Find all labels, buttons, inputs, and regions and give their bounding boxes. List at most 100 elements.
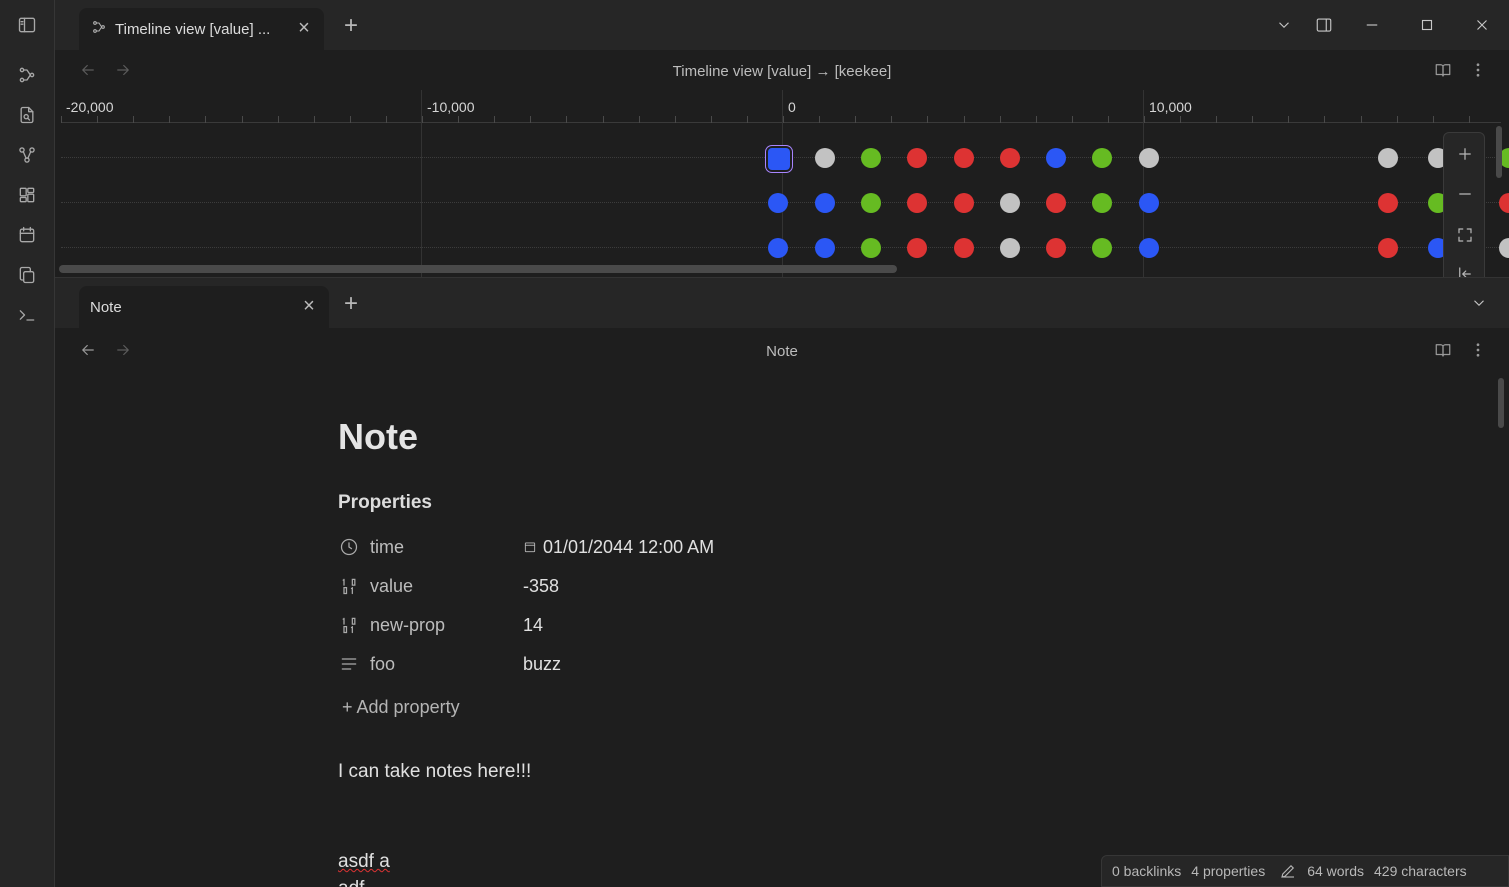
timeline-item-blue[interactable] bbox=[768, 238, 788, 258]
ruler-tick bbox=[1469, 116, 1470, 123]
tab-list-chevron-icon[interactable] bbox=[1466, 290, 1492, 316]
timeline-item-green[interactable] bbox=[861, 193, 881, 213]
ruler-tick bbox=[169, 116, 170, 123]
property-new-prop[interactable]: new-prop 14 bbox=[338, 613, 938, 637]
terminal-icon[interactable] bbox=[14, 302, 40, 328]
timeline-item-red[interactable] bbox=[907, 238, 927, 258]
graph-view-icon[interactable] bbox=[14, 142, 40, 168]
timeline-item-blue[interactable] bbox=[1139, 238, 1159, 258]
timeline-item-red[interactable] bbox=[907, 148, 927, 168]
note-view-title: Note bbox=[766, 343, 798, 360]
new-tab-button[interactable]: + bbox=[340, 14, 362, 38]
timeline-item-red[interactable] bbox=[907, 193, 927, 213]
timeline-item-red[interactable] bbox=[1046, 238, 1066, 258]
note-body-line[interactable]: adf bbox=[338, 878, 364, 887]
fit-to-screen-icon[interactable] bbox=[1454, 224, 1476, 246]
timeline-item-gray[interactable] bbox=[1499, 238, 1509, 258]
property-value[interactable]: 01/01/2044 12:00 AM bbox=[523, 537, 714, 558]
timeline-item-green[interactable] bbox=[861, 238, 881, 258]
note-heading[interactable]: Note bbox=[338, 416, 418, 458]
close-tab-icon[interactable]: × bbox=[299, 296, 319, 316]
properties-heading[interactable]: Properties bbox=[338, 492, 432, 514]
close-tab-icon[interactable]: × bbox=[294, 18, 314, 38]
calendar-icon[interactable] bbox=[523, 537, 543, 557]
zoom-out-icon[interactable] bbox=[1454, 183, 1476, 205]
timeline-item-red[interactable] bbox=[954, 148, 974, 168]
timeline-item-blue[interactable] bbox=[768, 193, 788, 213]
file-search-icon[interactable] bbox=[14, 102, 40, 128]
property-time[interactable]: time 01/01/2044 12:00 AM bbox=[338, 535, 938, 559]
text-lines-icon bbox=[338, 653, 360, 675]
timeline-item-green[interactable] bbox=[1092, 148, 1112, 168]
property-name[interactable]: value bbox=[370, 576, 413, 597]
close-window-icon[interactable] bbox=[1469, 12, 1495, 38]
timeline-item-gray[interactable] bbox=[815, 148, 835, 168]
note-body-line[interactable]: I can take notes here!!! bbox=[338, 761, 531, 783]
ruler-tick bbox=[1036, 116, 1037, 123]
zoom-in-icon[interactable] bbox=[1454, 143, 1476, 165]
right-sidebar-toggle-icon[interactable] bbox=[1311, 12, 1337, 38]
axis-label-10000: 10,000 bbox=[1149, 99, 1192, 115]
timeline-item-blue[interactable] bbox=[815, 193, 835, 213]
property-value[interactable]: value -358 bbox=[338, 574, 938, 598]
more-options-icon[interactable] bbox=[1467, 59, 1489, 81]
vertical-scrollbar[interactable] bbox=[1498, 378, 1504, 428]
ruler-tick bbox=[205, 116, 206, 123]
tab-timeline-view[interactable]: Timeline view [value] ... × bbox=[79, 8, 324, 50]
misspelled-word[interactable]: adf bbox=[338, 878, 364, 887]
timeline-item-blue[interactable] bbox=[1046, 148, 1066, 168]
minimize-icon[interactable] bbox=[1359, 12, 1385, 38]
ruler-tick bbox=[494, 116, 495, 123]
horizontal-scrollbar[interactable] bbox=[59, 265, 897, 273]
timeline-item-red[interactable] bbox=[1499, 193, 1509, 213]
timeline-item-gray[interactable] bbox=[1000, 193, 1020, 213]
timeline-icon[interactable] bbox=[14, 62, 40, 88]
new-tab-button[interactable]: + bbox=[340, 292, 362, 316]
property-value[interactable]: -358 bbox=[523, 576, 559, 597]
reading-mode-book-icon[interactable] bbox=[1432, 59, 1454, 81]
vertical-scrollbar[interactable] bbox=[1496, 126, 1502, 178]
more-options-icon[interactable] bbox=[1467, 339, 1489, 361]
copy-icon[interactable] bbox=[14, 262, 40, 288]
ruler-tick bbox=[1216, 116, 1217, 123]
note-body-line[interactable]: asdf a bbox=[338, 851, 390, 873]
calendar-icon[interactable] bbox=[14, 222, 40, 248]
canvas-icon[interactable] bbox=[14, 182, 40, 208]
misspelled-word[interactable]: asdf a bbox=[338, 851, 390, 872]
property-name[interactable]: new-prop bbox=[370, 615, 445, 636]
timeline-item-red[interactable] bbox=[954, 193, 974, 213]
sidebar-toggle-icon[interactable] bbox=[14, 12, 40, 38]
timeline-item-gray[interactable] bbox=[1378, 148, 1398, 168]
timeline-item-red[interactable] bbox=[1000, 148, 1020, 168]
edit-pencil-icon[interactable] bbox=[1279, 862, 1297, 880]
property-value[interactable]: 14 bbox=[523, 615, 543, 636]
property-name[interactable]: time bbox=[370, 537, 404, 558]
timeline-item-red[interactable] bbox=[1378, 238, 1398, 258]
number-icon bbox=[338, 575, 360, 597]
ruler-tick bbox=[1361, 116, 1362, 123]
ruler-tick bbox=[711, 116, 712, 123]
reset-view-icon[interactable] bbox=[1454, 263, 1476, 277]
add-property-button[interactable]: + Add property bbox=[342, 697, 460, 718]
timeline-item-red[interactable] bbox=[1046, 193, 1066, 213]
timeline-item-red[interactable] bbox=[954, 238, 974, 258]
properties-count[interactable]: 4 properties bbox=[1191, 863, 1265, 879]
timeline-item-red[interactable] bbox=[1378, 193, 1398, 213]
tab-list-chevron-icon[interactable] bbox=[1271, 12, 1297, 38]
timeline-item-blue[interactable] bbox=[1139, 193, 1159, 213]
reading-mode-book-icon[interactable] bbox=[1432, 339, 1454, 361]
property-name[interactable]: foo bbox=[370, 654, 395, 675]
backlinks-count[interactable]: 0 backlinks bbox=[1112, 863, 1181, 879]
timeline-item-blue[interactable] bbox=[768, 148, 790, 170]
timeline-item-green[interactable] bbox=[861, 148, 881, 168]
timeline-item-green[interactable] bbox=[1092, 238, 1112, 258]
timeline-item-green[interactable] bbox=[1092, 193, 1112, 213]
timeline-item-blue[interactable] bbox=[815, 238, 835, 258]
timeline-item-gray[interactable] bbox=[1000, 238, 1020, 258]
property-foo[interactable]: foo buzz bbox=[338, 652, 938, 676]
ruler-tick bbox=[747, 116, 748, 123]
maximize-icon[interactable] bbox=[1414, 12, 1440, 38]
timeline-item-gray[interactable] bbox=[1139, 148, 1159, 168]
property-value[interactable]: buzz bbox=[523, 654, 561, 675]
tab-note[interactable]: Note × bbox=[79, 286, 329, 328]
